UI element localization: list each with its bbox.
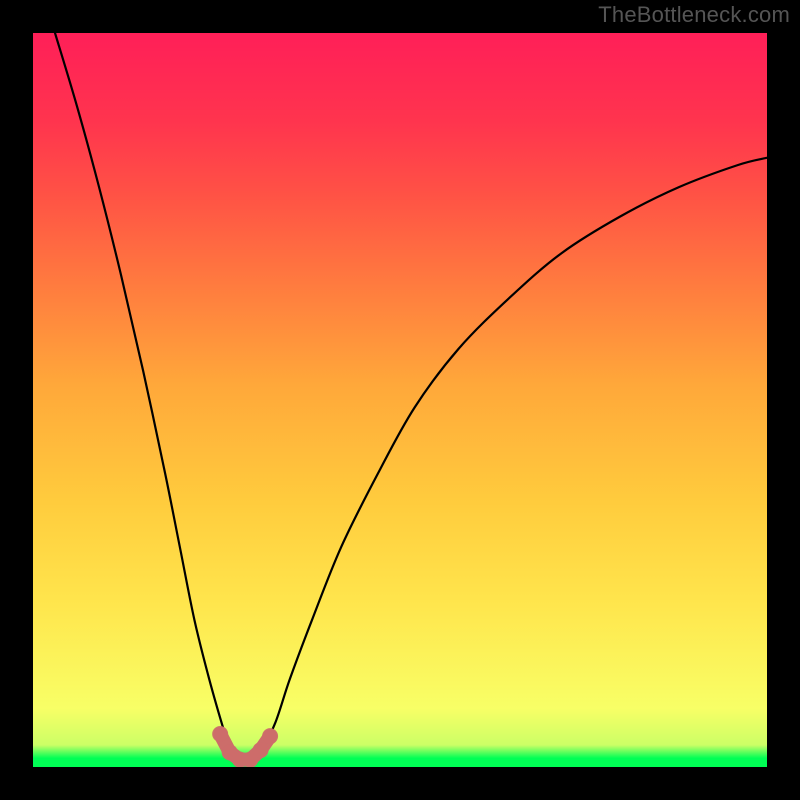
watermark-text: TheBottleneck.com — [598, 2, 790, 28]
chart-frame: TheBottleneck.com — [0, 0, 800, 800]
plot-area — [33, 33, 767, 767]
background-gradient — [33, 33, 767, 767]
